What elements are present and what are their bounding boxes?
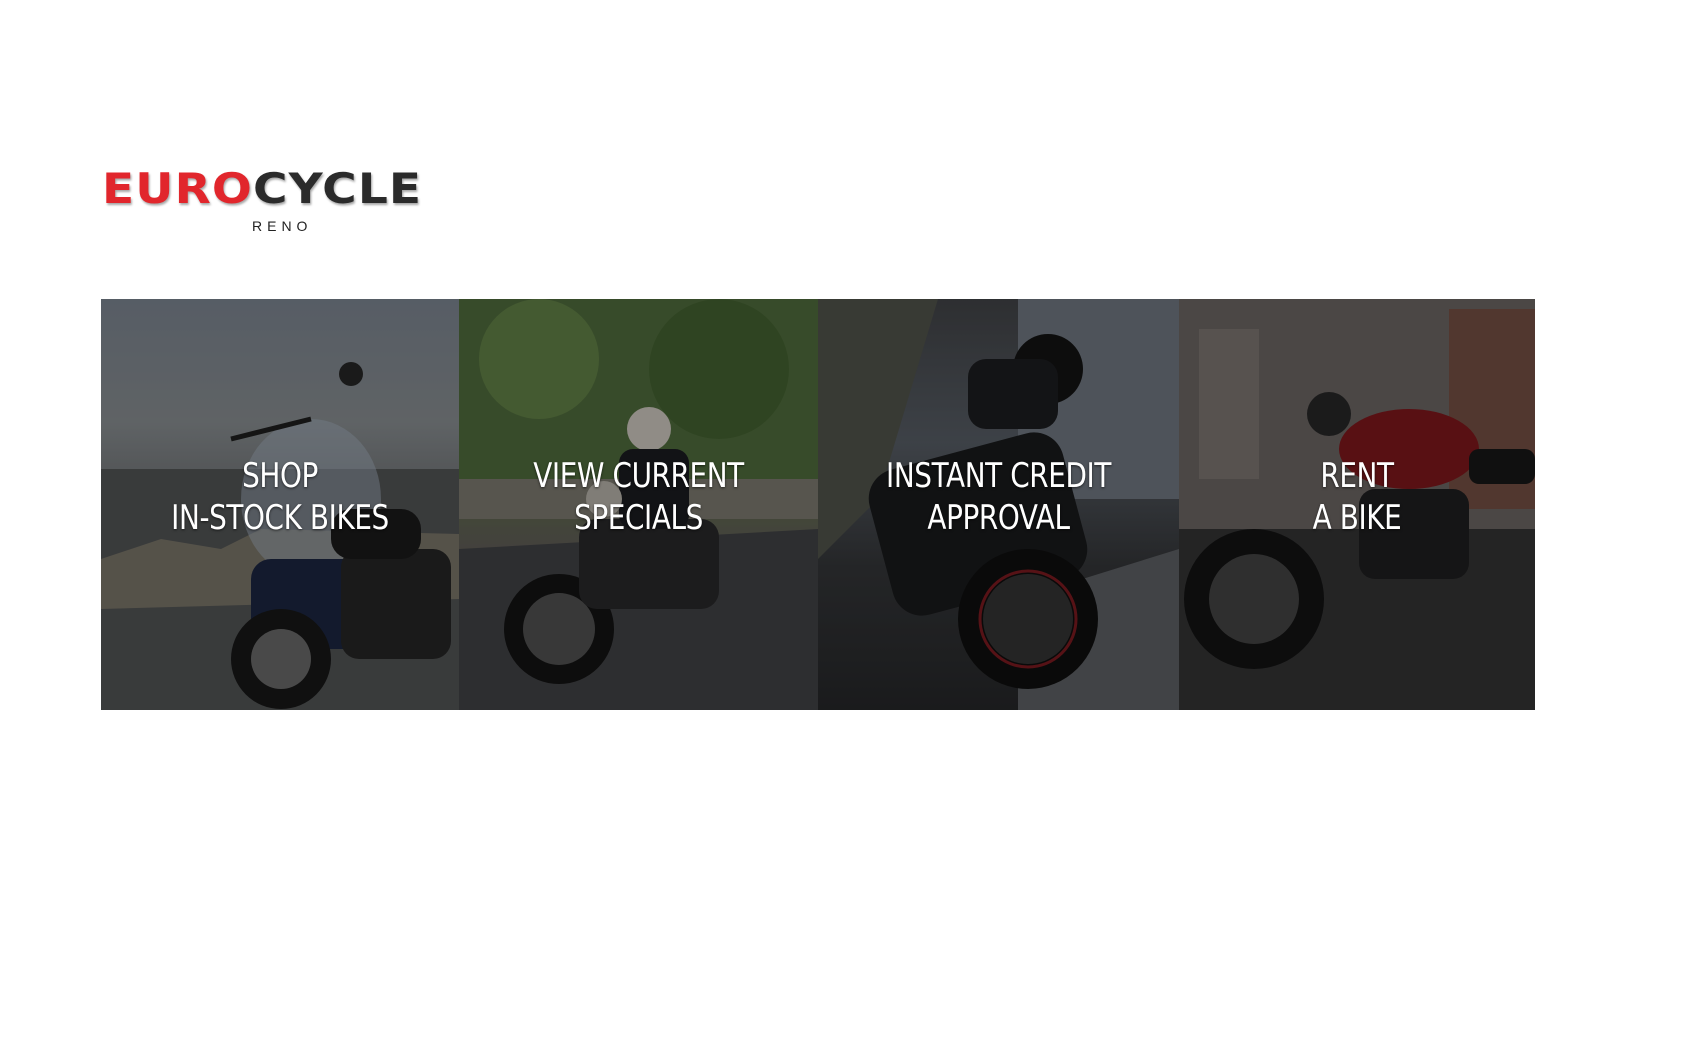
logo-euro-text: EURO <box>102 164 254 213</box>
tile-label-line2: APPROVAL <box>927 498 1070 538</box>
tile-label-line2: IN-STOCK BIKES <box>171 498 389 538</box>
eurocycle-logo[interactable]: EUROCYCLE RENO <box>102 168 482 238</box>
tile-label-line2: A BIKE <box>1312 498 1402 538</box>
tile-label-line1: INSTANT CREDIT <box>886 456 1111 496</box>
logo-cycle-text: CYCLE <box>253 164 423 213</box>
logo-wordmark: EUROCYCLE <box>102 168 422 210</box>
tile-label-line1: SHOP <box>242 456 318 496</box>
tile-label-line2: SPECIALS <box>574 498 703 538</box>
tile-label: SHOP IN-STOCK BIKES <box>133 455 427 539</box>
tile-label: INSTANT CREDIT APPROVAL <box>850 455 1146 539</box>
tile-label: VIEW CURRENT SPECIALS <box>491 455 785 539</box>
tile-instant-credit-approval[interactable]: INSTANT CREDIT APPROVAL <box>818 299 1179 710</box>
tile-rent-a-bike[interactable]: RENT A BIKE <box>1179 299 1535 710</box>
tile-view-current-specials[interactable]: VIEW CURRENT SPECIALS <box>459 299 818 710</box>
tile-shop-in-stock-bikes[interactable]: SHOP IN-STOCK BIKES <box>101 299 459 710</box>
tile-label-line1: VIEW CURRENT <box>533 456 744 496</box>
tile-label-line1: RENT <box>1320 456 1394 496</box>
logo-location-text: RENO <box>252 218 313 234</box>
tile-label: RENT A BIKE <box>1211 455 1503 539</box>
page: EUROCYCLE RENO SHOP IN-STOCK BIKES VIEW … <box>0 0 1700 1038</box>
quick-links-grid: SHOP IN-STOCK BIKES VIEW CURRENT SPECIAL… <box>101 299 1535 710</box>
